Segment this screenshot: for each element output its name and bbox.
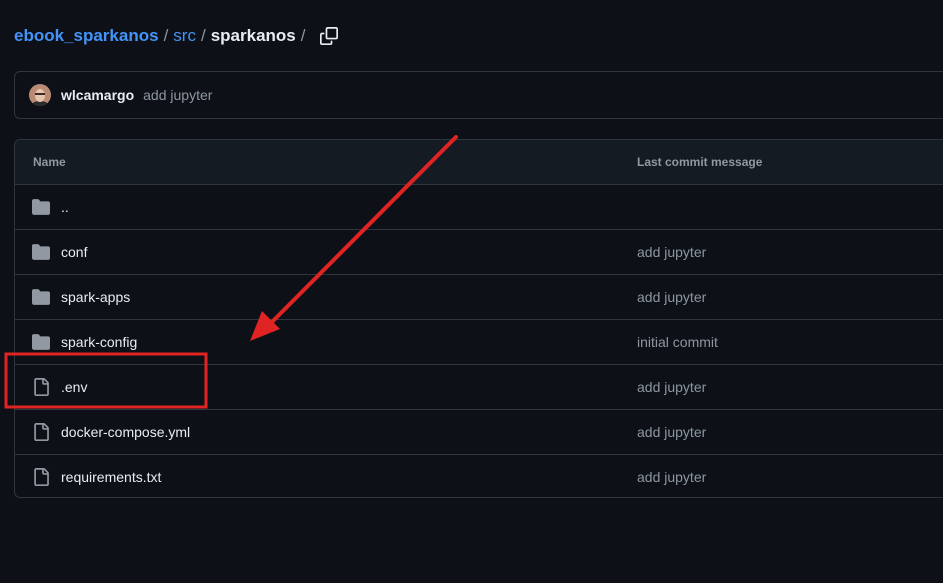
row-name-link[interactable]: .. xyxy=(61,199,69,215)
row-commit-message[interactable]: add jupyter xyxy=(637,469,706,485)
row-name-link[interactable]: .env xyxy=(61,379,87,395)
breadcrumb-repo-link[interactable]: ebook_sparkanos xyxy=(14,26,159,46)
breadcrumb: ebook_sparkanos / src / sparkanos / xyxy=(14,24,342,48)
file-icon xyxy=(34,468,49,486)
row-commit-message[interactable]: initial commit xyxy=(637,334,718,350)
table-row[interactable]: requirements.txt add jupyter xyxy=(15,455,943,497)
file-table: Name Last commit message .. conf add jup… xyxy=(14,139,943,498)
copy-icon xyxy=(320,27,339,45)
column-header-last-commit: Last commit message xyxy=(637,155,763,169)
row-name-link[interactable]: spark-apps xyxy=(61,289,130,305)
row-name-link[interactable]: spark-config xyxy=(61,334,137,350)
breadcrumb-separator: / xyxy=(163,26,169,45)
breadcrumb-separator: / xyxy=(300,26,306,45)
file-icon xyxy=(34,378,49,396)
row-name-link[interactable]: conf xyxy=(61,244,87,260)
table-row[interactable]: .env add jupyter xyxy=(15,365,943,410)
table-row[interactable]: spark-config initial commit xyxy=(15,320,943,365)
avatar[interactable] xyxy=(29,84,51,106)
table-row[interactable]: .. xyxy=(15,185,943,230)
breadcrumb-current: sparkanos xyxy=(210,26,296,45)
breadcrumb-separator: / xyxy=(200,26,206,45)
table-row[interactable]: spark-apps add jupyter xyxy=(15,275,943,320)
copy-path-button[interactable] xyxy=(316,23,342,49)
row-commit-message[interactable]: add jupyter xyxy=(637,379,706,395)
latest-commit-bar: wlcamargo add jupyter xyxy=(14,71,943,119)
commit-author-link[interactable]: wlcamargo xyxy=(61,87,134,103)
folder-icon xyxy=(32,244,50,260)
repo-browser-page: ebook_sparkanos / src / sparkanos / wlca… xyxy=(0,0,943,583)
commit-message-link[interactable]: add jupyter xyxy=(143,87,212,103)
breadcrumb-src-link[interactable]: src xyxy=(173,26,196,46)
folder-icon xyxy=(32,289,50,305)
table-row[interactable]: conf add jupyter xyxy=(15,230,943,275)
folder-icon xyxy=(32,199,50,215)
row-commit-message[interactable]: add jupyter xyxy=(637,424,706,440)
row-commit-message[interactable]: add jupyter xyxy=(637,244,706,260)
row-name-link[interactable]: requirements.txt xyxy=(61,469,161,485)
row-commit-message[interactable]: add jupyter xyxy=(637,289,706,305)
table-header: Name Last commit message xyxy=(15,140,943,185)
column-header-name: Name xyxy=(33,155,66,169)
file-icon xyxy=(34,423,49,441)
table-row[interactable]: docker-compose.yml add jupyter xyxy=(15,410,943,455)
row-name-link[interactable]: docker-compose.yml xyxy=(61,424,190,440)
folder-icon xyxy=(32,334,50,350)
